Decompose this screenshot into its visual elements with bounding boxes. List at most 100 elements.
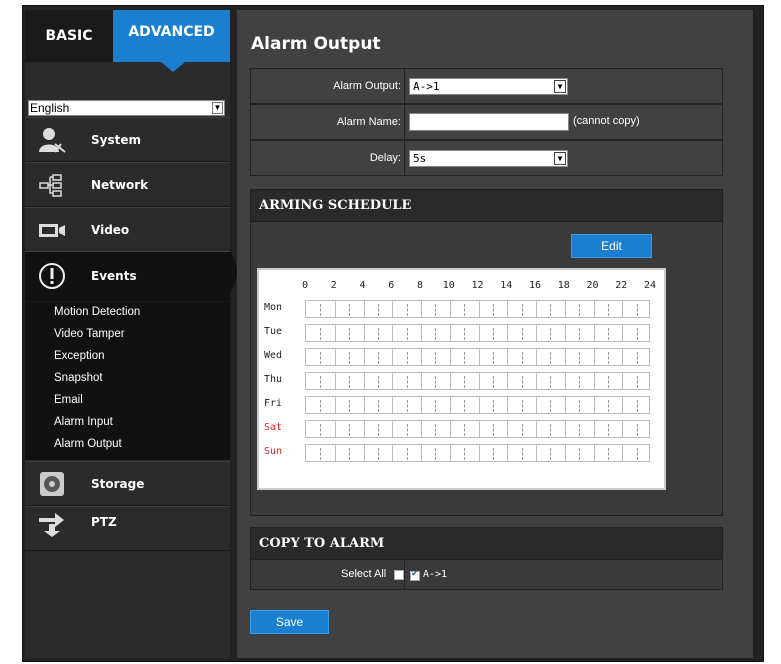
select-all-checkbox[interactable] bbox=[394, 570, 404, 580]
chevron-down-icon[interactable]: ▼ bbox=[212, 102, 223, 114]
submenu-motion-detection[interactable]: Motion Detection bbox=[54, 306, 140, 318]
hour-gridline bbox=[334, 397, 336, 413]
hour-gridline bbox=[392, 301, 394, 317]
hour-gridline bbox=[406, 328, 408, 340]
hour-gridline bbox=[449, 373, 451, 389]
hour-gridline bbox=[607, 352, 609, 364]
sidebar-item-label: Storage bbox=[91, 477, 145, 491]
hour-gridline bbox=[579, 304, 581, 316]
chevron-down-icon[interactable]: ▼ bbox=[554, 152, 566, 165]
submenu-alarm-output[interactable]: Alarm Output bbox=[54, 438, 122, 450]
alarm-output-select[interactable]: A->1 ▼ bbox=[409, 78, 568, 95]
hour-gridline bbox=[406, 352, 408, 364]
hour-gridline bbox=[421, 445, 422, 461]
hour-gridline bbox=[464, 352, 466, 364]
chevron-down-icon[interactable]: ▼ bbox=[554, 80, 566, 93]
hour-gridline bbox=[507, 421, 509, 437]
delay-select[interactable]: 5s ▼ bbox=[409, 150, 568, 167]
sidebar-item-network[interactable]: Network bbox=[25, 162, 230, 207]
hour-gridline bbox=[478, 349, 480, 365]
hour-gridline bbox=[550, 352, 552, 364]
hour-gridline bbox=[550, 304, 552, 316]
row-divider bbox=[404, 560, 405, 590]
submenu-alarm-input[interactable]: Alarm Input bbox=[54, 416, 113, 428]
hour-gridline bbox=[550, 328, 552, 340]
sidebar-item-ptz[interactable]: PTZ bbox=[25, 506, 230, 551]
hour-gridline bbox=[435, 448, 437, 460]
edit-schedule-button[interactable]: Edit bbox=[571, 234, 652, 258]
hour-gridline bbox=[607, 400, 609, 412]
hour-gridline bbox=[564, 349, 566, 365]
submenu-exception[interactable]: Exception bbox=[54, 350, 105, 362]
hour-gridline bbox=[449, 445, 451, 461]
hour-gridline bbox=[478, 373, 480, 389]
hour-gridline bbox=[377, 376, 379, 388]
hour-gridline bbox=[593, 373, 595, 389]
video-camera-icon bbox=[39, 224, 65, 237]
schedule-row[interactable] bbox=[305, 420, 650, 438]
hour-gridline bbox=[435, 376, 437, 388]
tab-active-indicator bbox=[161, 62, 185, 72]
mode-tabs: BASIC ADVANCED bbox=[25, 10, 230, 72]
hour-gridline bbox=[593, 445, 595, 461]
hour-gridline bbox=[363, 397, 365, 413]
hour-gridline bbox=[392, 325, 394, 341]
hour-gridline bbox=[334, 373, 336, 389]
sidebar-item-video[interactable]: Video bbox=[25, 207, 230, 252]
hour-gridline bbox=[579, 352, 581, 364]
schedule-row[interactable] bbox=[305, 372, 650, 390]
delay-label: Delay: bbox=[369, 152, 401, 164]
hour-label: 10 bbox=[442, 280, 455, 291]
hour-gridline bbox=[334, 445, 336, 461]
copy-to-alarm-section: COPY TO ALARM Select All A->1 bbox=[250, 527, 723, 590]
hour-label: 22 bbox=[615, 280, 628, 291]
hour-gridline bbox=[392, 397, 394, 413]
hour-gridline bbox=[636, 376, 638, 388]
alarm-a1-checkbox[interactable] bbox=[410, 569, 420, 581]
hour-label: 0 bbox=[302, 280, 309, 291]
hour-gridline bbox=[421, 397, 422, 413]
alarm-name-input[interactable] bbox=[409, 113, 569, 131]
sidebar-item-events[interactable]: Events bbox=[25, 251, 230, 302]
hour-gridline bbox=[636, 424, 638, 436]
submenu-video-tamper[interactable]: Video Tamper bbox=[54, 328, 125, 340]
schedule-grid[interactable] bbox=[305, 300, 650, 468]
tab-basic[interactable]: BASIC bbox=[25, 10, 113, 62]
submenu-snapshot[interactable]: Snapshot bbox=[54, 372, 103, 384]
schedule-row[interactable] bbox=[305, 324, 650, 342]
schedule-row[interactable] bbox=[305, 348, 650, 366]
hour-gridline bbox=[377, 352, 379, 364]
hour-gridline bbox=[349, 424, 351, 436]
hour-gridline bbox=[607, 304, 609, 316]
hour-gridline bbox=[464, 400, 466, 412]
hour-label: 16 bbox=[529, 280, 542, 291]
sidebar: BASIC ADVANCED English ▼ System Network bbox=[25, 10, 239, 658]
hour-gridline bbox=[464, 424, 466, 436]
schedule-row[interactable] bbox=[305, 444, 650, 462]
hour-gridline bbox=[349, 352, 351, 364]
hour-gridline bbox=[607, 448, 609, 460]
hour-gridline bbox=[349, 400, 351, 412]
save-button[interactable]: Save bbox=[250, 610, 329, 634]
hour-gridline bbox=[363, 373, 365, 389]
hour-gridline bbox=[622, 421, 624, 437]
hour-gridline bbox=[320, 328, 322, 340]
hour-gridline bbox=[363, 325, 365, 341]
hour-gridline bbox=[521, 376, 523, 388]
sidebar-item-storage[interactable]: Storage bbox=[25, 461, 230, 506]
submenu-email[interactable]: Email bbox=[54, 394, 83, 406]
tab-advanced[interactable]: ADVANCED bbox=[113, 10, 230, 62]
hour-gridline bbox=[622, 301, 624, 317]
select-all-label: Select All bbox=[341, 568, 387, 580]
schedule-row[interactable] bbox=[305, 300, 650, 318]
alarm-output-value: A->1 bbox=[413, 80, 440, 93]
hour-gridline bbox=[636, 352, 638, 364]
hour-gridline bbox=[406, 400, 408, 412]
sidebar-item-system[interactable]: System bbox=[25, 117, 230, 162]
sidebar-item-label: Video bbox=[91, 223, 130, 237]
language-select[interactable]: English ▼ bbox=[28, 100, 225, 116]
hour-gridline bbox=[377, 448, 379, 460]
hour-gridline bbox=[435, 352, 437, 364]
schedule-row[interactable] bbox=[305, 396, 650, 414]
hour-gridline bbox=[464, 304, 466, 316]
